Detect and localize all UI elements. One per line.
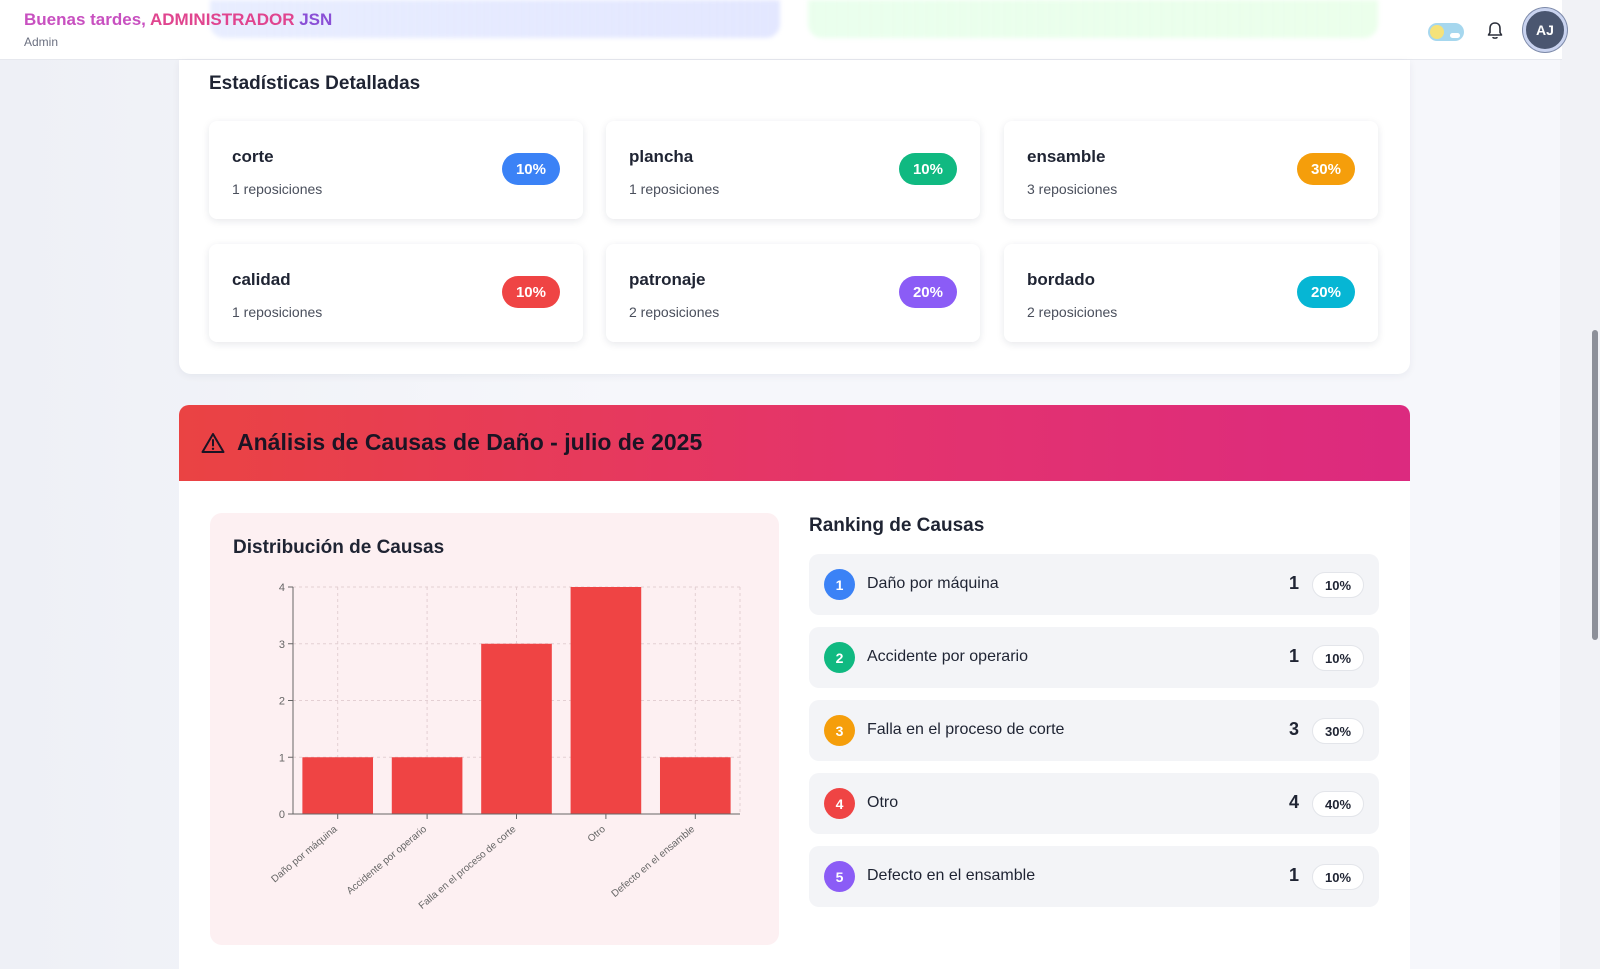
stat-count: 1 reposiciones <box>232 181 323 197</box>
x-tick-label: Accidente por operario <box>345 824 429 897</box>
user-name: ADMINISTRADOR <box>149 10 300 29</box>
stat-percent-badge: 10% <box>501 276 560 308</box>
stat-name: ensamble <box>1027 147 1106 166</box>
rank-label: Accidente por operario <box>867 648 1028 665</box>
y-tick-label: 2 <box>279 696 285 708</box>
user-role: Admin <box>24 35 59 49</box>
chart-bar <box>302 757 374 814</box>
rank-count: 1 <box>1288 646 1299 666</box>
rank-count: 3 <box>1288 719 1299 739</box>
greeting-prefix: Buenas tardes, <box>24 10 150 29</box>
stats-title: Estadísticas Detalladas <box>209 73 421 94</box>
analysis-title: Análisis de Causas de Daño - julio de 20… <box>237 429 703 455</box>
analysis-header: Análisis de Causas de Daño - julio de 20… <box>179 405 1410 481</box>
stat-count: 2 reposiciones <box>1027 304 1118 320</box>
greeting: Buenas tardes, ADMINISTRADOR JSN Admin <box>24 10 332 49</box>
rank-percent-badge: 30% <box>1312 718 1364 744</box>
stat-name: bordado <box>1027 270 1095 289</box>
stat-card-calidad[interactable]: calidad 1 reposiciones 10% <box>209 244 583 342</box>
rank-number-badge: 5 <box>824 861 855 892</box>
rank-percent-badge: 10% <box>1312 572 1364 598</box>
stats-card: Estadísticas Detalladas corte 1 reposici… <box>179 60 1410 374</box>
ranking-item[interactable]: 1 Daño por máquina 1 10% <box>809 554 1379 615</box>
stat-card-bordado[interactable]: bordado 2 reposiciones 20% <box>1004 244 1378 342</box>
x-tick-label: Falla en el proceso de corte <box>417 824 519 912</box>
stat-name: corte <box>232 147 274 166</box>
cloud-icon <box>1450 33 1460 38</box>
stat-count: 2 reposiciones <box>629 304 720 320</box>
rank-percent-badge: 10% <box>1312 645 1364 671</box>
stat-card-corte[interactable]: corte 1 reposiciones 10% <box>209 121 583 219</box>
ranking-title: Ranking de Causas <box>809 515 985 536</box>
rank-number-badge: 2 <box>824 642 855 673</box>
chart-bar <box>391 757 463 814</box>
stat-count: 3 reposiciones <box>1027 181 1118 197</box>
avatar[interactable]: AJ <box>1523 8 1567 52</box>
rank-number-badge: 4 <box>824 788 855 819</box>
rank-label: Defecto en el ensamble <box>867 867 1036 884</box>
bar-chart: 0 1 2 3 4 Daño por máquina Accidente por opera… <box>270 582 741 912</box>
x-tick-label: Defecto en el ensamble <box>610 824 698 900</box>
stat-percent-badge: 10% <box>898 153 957 185</box>
theme-toggle[interactable] <box>1428 23 1464 41</box>
rank-count: 4 <box>1288 792 1299 812</box>
rank-count: 1 <box>1288 865 1299 885</box>
rank-count: 1 <box>1288 573 1299 593</box>
stat-card-ensamble[interactable]: ensamble 3 reposiciones 30% <box>1004 121 1378 219</box>
rank-number-badge: 3 <box>824 715 855 746</box>
stat-card-patronaje[interactable]: patronaje 2 reposiciones 20% <box>606 244 980 342</box>
ranking-item[interactable]: 4 Otro 4 40% <box>809 773 1379 834</box>
ranking-item[interactable]: 5 Defecto en el ensamble 1 10% <box>809 846 1379 907</box>
stat-card-plancha[interactable]: plancha 1 reposiciones 10% <box>606 121 980 219</box>
top-bar: Buenas tardes, ADMINISTRADOR JSN Admin A… <box>0 0 1567 60</box>
y-tick-label: 4 <box>279 582 285 594</box>
user-name-suffix: JSN <box>299 10 333 29</box>
rank-number-badge: 1 <box>824 569 855 600</box>
rank-percent-badge: 40% <box>1312 791 1364 817</box>
chart-bar <box>570 587 642 814</box>
x-tick-label: Daño por máquina <box>270 824 340 886</box>
stat-percent-badge: 30% <box>1296 153 1355 185</box>
y-tick-label: 0 <box>279 809 285 821</box>
sun-icon <box>1430 25 1444 39</box>
stat-count: 1 reposiciones <box>629 181 720 197</box>
rank-label: Daño por máquina <box>867 575 999 592</box>
faded-summary-card <box>808 0 1378 38</box>
bell-icon[interactable] <box>1485 20 1505 42</box>
analysis-card: Análisis de Causas de Daño - julio de 20… <box>179 405 1410 969</box>
chart-bar <box>659 757 731 814</box>
rank-label: Otro <box>867 794 899 811</box>
scrollbar-thumb[interactable] <box>1592 330 1598 640</box>
rank-percent-badge: 10% <box>1312 864 1364 890</box>
stat-percent-badge: 20% <box>1296 276 1355 308</box>
y-tick-label: 3 <box>279 639 285 651</box>
chart-bar <box>481 643 552 814</box>
x-tick-label: Otro <box>586 824 608 845</box>
y-tick-label: 1 <box>279 752 285 764</box>
stat-count: 1 reposiciones <box>232 304 323 320</box>
stat-name: patronaje <box>629 270 706 289</box>
rank-label: Falla en el proceso de corte <box>867 721 1065 738</box>
stat-name: plancha <box>629 147 694 166</box>
ranking-item[interactable]: 2 Accidente por operario 1 10% <box>809 627 1379 688</box>
chart-panel: Distribución de Causas 0 1 2 3 4 Daño por máq… <box>210 513 779 945</box>
ranking-item[interactable]: 3 Falla en el proceso de corte 3 30% <box>809 700 1379 761</box>
greeting-text: Buenas tardes, ADMINISTRADOR JSN <box>24 10 332 30</box>
stat-name: calidad <box>232 270 291 289</box>
stat-percent-badge: 20% <box>898 276 957 308</box>
warning-icon <box>201 432 225 454</box>
stat-percent-badge: 10% <box>501 153 560 185</box>
